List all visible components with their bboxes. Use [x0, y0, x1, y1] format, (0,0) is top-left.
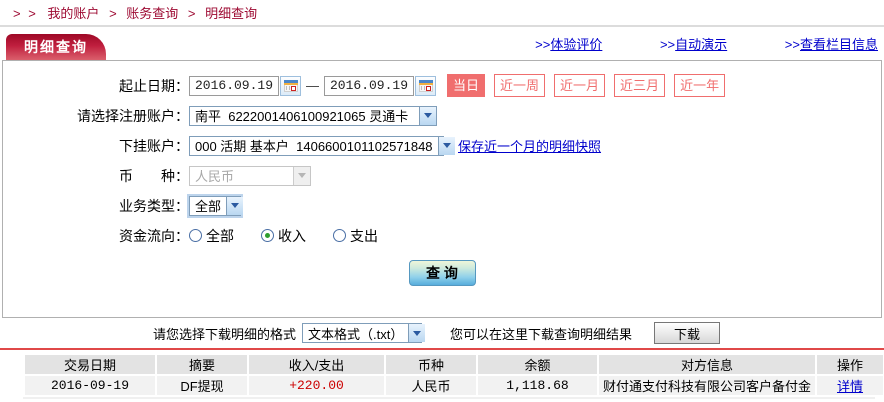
- cell-balance: 1,118.68: [478, 376, 597, 395]
- dropdown-arrow-icon: [226, 197, 243, 215]
- link-arrows: >>: [535, 37, 550, 52]
- quick-range-3months-button[interactable]: 近三月: [614, 74, 665, 97]
- dropdown-arrow-icon: [408, 324, 425, 342]
- cell-action: 详情: [817, 376, 883, 395]
- biz-type-select[interactable]: 全部: [189, 196, 241, 216]
- sub-account-select[interactable]: 000 活期 基本户 1406600101102571848: [189, 136, 444, 156]
- dropdown-arrow-icon: [438, 137, 455, 155]
- dropdown-arrow-icon: [293, 167, 310, 185]
- query-button[interactable]: 查 询: [409, 260, 476, 286]
- cell-summary: DF提现: [157, 376, 247, 395]
- quick-range-month-button[interactable]: 近一月: [554, 74, 605, 97]
- link-view-column-info[interactable]: >>查看栏目信息: [785, 37, 878, 52]
- download-row: 请您选择下载明细的格式 文本格式（.txt） 您可以在这里下载查询明细结果 下载: [0, 318, 884, 348]
- header-balance: 余额: [478, 355, 597, 374]
- sub-account-row: 下挂账户： 000 活期 基本户 1406600101102571848 保存近…: [3, 134, 881, 157]
- table-top-rule: [0, 348, 884, 350]
- download-button[interactable]: 下载: [654, 322, 720, 344]
- cell-counterparty: 财付通支付科技有限公司客户备付金: [599, 376, 815, 395]
- dropdown-arrow-icon: [419, 107, 436, 125]
- flow-option-expense[interactable]: 支出: [333, 226, 378, 246]
- save-monthly-snapshot-link[interactable]: 保存近一个月的明细快照: [458, 136, 601, 155]
- quick-range-today-button[interactable]: 当日: [447, 74, 485, 97]
- quick-range-year-button[interactable]: 近一年: [674, 74, 725, 97]
- biz-type-row: 业务类型： 全部: [3, 194, 881, 217]
- header-action: 操作: [817, 355, 883, 374]
- register-account-row: 请选择注册账户： 南平 6222001406100921065 灵通卡: [3, 104, 881, 127]
- download-hint: 您可以在这里下载查询明细结果: [450, 324, 632, 343]
- radio-checked-icon[interactable]: [261, 229, 274, 242]
- date-range-label: 起止日期：: [3, 76, 189, 96]
- biz-type-label: 业务类型：: [3, 196, 189, 216]
- currency-row: 币 种： 人民币: [3, 164, 881, 187]
- detail-query-page: > > 我的账户 > 账务查询 > 明细查询 明细查询 >>体验评价 >>自动演…: [0, 0, 884, 402]
- currency-select: 人民币: [189, 166, 311, 186]
- end-date-input[interactable]: [324, 76, 414, 96]
- start-date-input[interactable]: [189, 76, 279, 96]
- fund-flow-label: 资金流向：: [3, 226, 189, 246]
- breadcrumb-arrows: > >: [13, 6, 44, 21]
- next-row-hint: [23, 397, 875, 399]
- register-account-label: 请选择注册账户：: [3, 106, 189, 126]
- cell-currency: 人民币: [386, 376, 476, 395]
- link-arrows: >>: [660, 37, 675, 52]
- download-format-label: 请您选择下载明细的格式: [153, 324, 296, 343]
- radio-icon[interactable]: [333, 229, 346, 242]
- flow-option-income[interactable]: 收入: [261, 226, 306, 246]
- link-experience-review[interactable]: >>体验评价: [535, 37, 602, 52]
- fund-flow-row: 资金流向： 全部 收入 支出: [3, 224, 881, 247]
- start-date-calendar-button[interactable]: [280, 76, 301, 96]
- header-trade-date: 交易日期: [25, 355, 155, 374]
- table-header-row: 交易日期 摘要 收入/支出 币种 余额 对方信息 操作: [25, 355, 883, 374]
- header-summary: 摘要: [157, 355, 247, 374]
- tab-row: 明细查询 >>体验评价 >>自动演示 >>查看栏目信息: [0, 27, 884, 60]
- table-row: 2016-09-19 DF提现 +220.00 人民币 1,118.68 财付通…: [25, 376, 883, 395]
- header-links: >>体验评价 >>自动演示 >>查看栏目信息: [481, 34, 878, 53]
- link-auto-demo[interactable]: >>自动演示: [660, 37, 727, 52]
- breadcrumb-my-account[interactable]: 我的账户: [47, 6, 99, 21]
- flow-option-all[interactable]: 全部: [189, 226, 234, 246]
- end-date-calendar-button[interactable]: [415, 76, 436, 96]
- calendar-icon: [284, 80, 298, 92]
- register-account-select[interactable]: 南平 6222001406100921065 灵通卡: [189, 106, 437, 126]
- radio-icon[interactable]: [189, 229, 202, 242]
- detail-link[interactable]: 详情: [837, 379, 863, 394]
- breadcrumb-separator: >: [103, 6, 123, 21]
- link-arrows: >>: [785, 37, 800, 52]
- results-table: 交易日期 摘要 收入/支出 币种 余额 对方信息 操作 2016-09-19 D…: [23, 353, 884, 397]
- download-format-select[interactable]: 文本格式（.txt）: [302, 323, 422, 343]
- sub-account-label: 下挂账户：: [3, 136, 189, 156]
- cell-amount: +220.00: [249, 376, 384, 395]
- query-form-panel: 起止日期： — 当日 近一周 近一月 近三月 近一年 请选择注册账户： 南平 6…: [2, 60, 882, 318]
- header-currency: 币种: [386, 355, 476, 374]
- breadcrumb-separator: >: [182, 6, 202, 21]
- calendar-icon: [419, 80, 433, 92]
- header-counterparty: 对方信息: [599, 355, 815, 374]
- date-range-row: 起止日期： — 当日 近一周 近一月 近三月 近一年: [3, 74, 881, 97]
- currency-label: 币 种：: [3, 166, 189, 186]
- header-income-expense: 收入/支出: [249, 355, 384, 374]
- tab-detail-query: 明细查询: [6, 34, 106, 60]
- cell-trade-date: 2016-09-19: [25, 376, 155, 395]
- breadcrumb-account-query[interactable]: 账务查询: [126, 6, 178, 21]
- breadcrumb-detail-query[interactable]: 明细查询: [205, 6, 257, 21]
- quick-range-week-button[interactable]: 近一周: [494, 74, 545, 97]
- breadcrumb: > > 我的账户 > 账务查询 > 明细查询: [0, 0, 884, 27]
- date-range-dash: —: [306, 78, 319, 93]
